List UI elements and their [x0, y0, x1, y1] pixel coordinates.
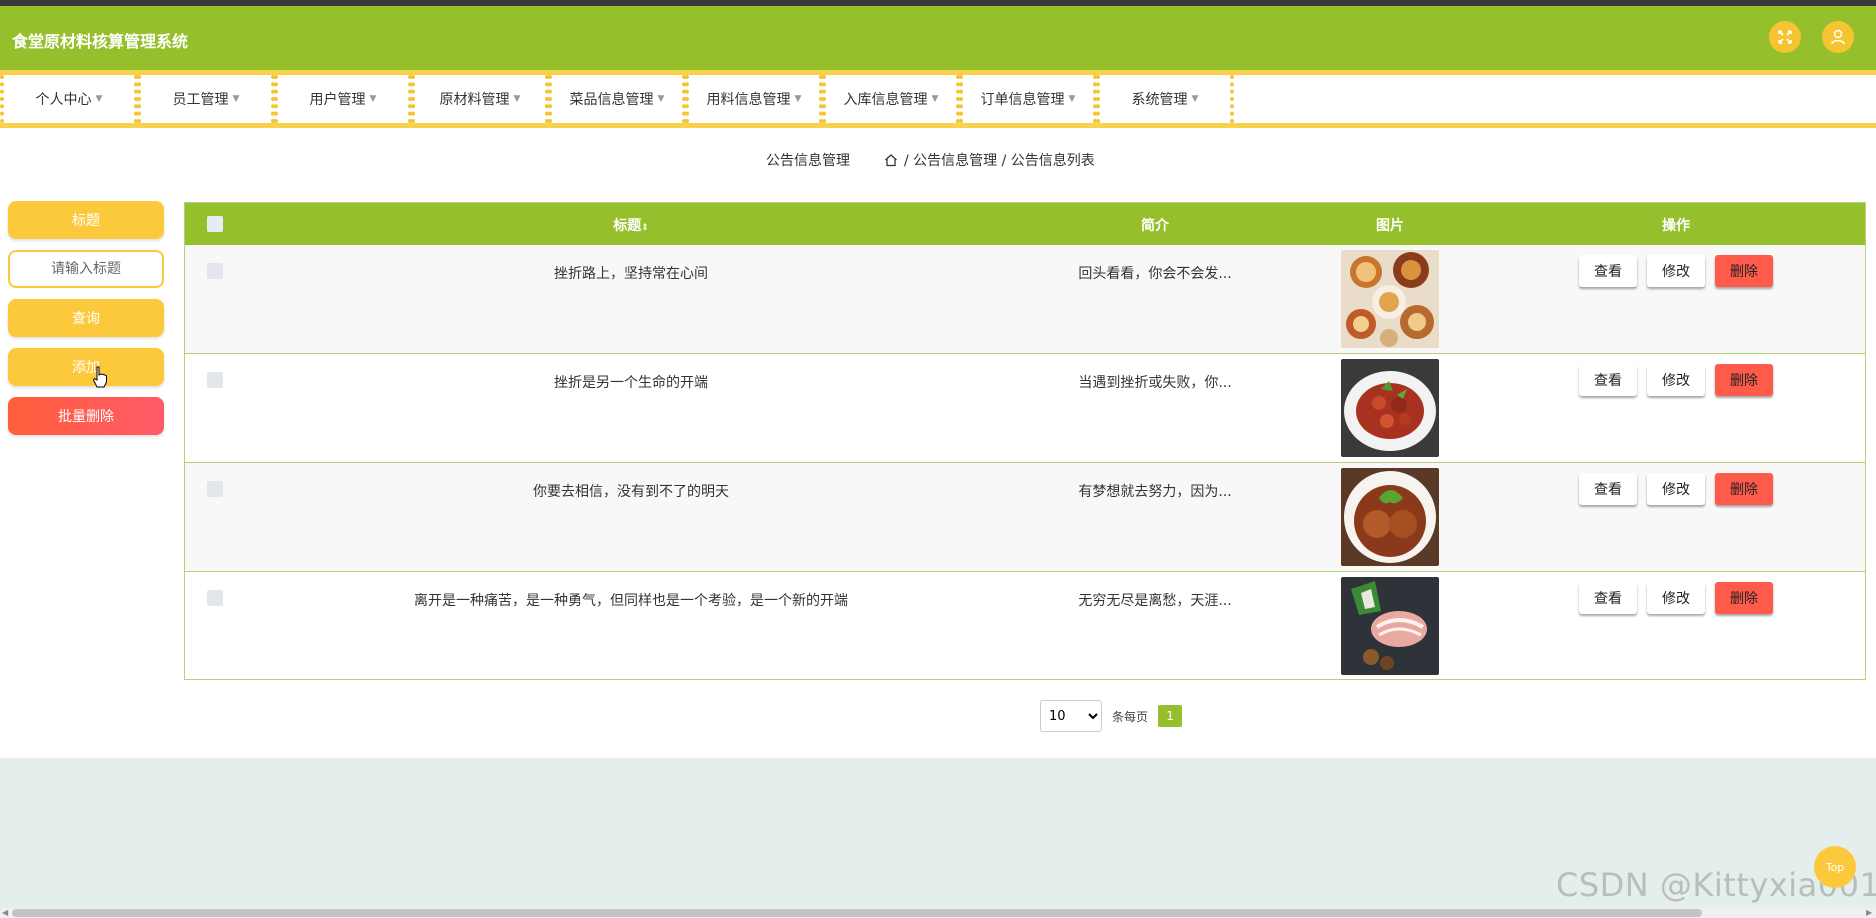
caret-down-icon: ▼	[232, 94, 240, 104]
row-summary: 无穷无尽是离愁，天涯...	[1078, 593, 1232, 609]
row-summary: 有梦想就去努力，因为...	[1078, 484, 1232, 500]
breadcrumb: 公告信息管理 / 公告信息管理 / 公告信息列表	[0, 150, 1876, 170]
caret-down-icon: ▼	[1068, 94, 1076, 104]
caret-down-icon: ▼	[794, 94, 802, 104]
pointer-cursor-icon	[92, 366, 107, 388]
user-button[interactable]	[1822, 21, 1854, 53]
filter-label: 标题	[8, 201, 164, 239]
column-header-title[interactable]: 标题⇕	[613, 215, 649, 235]
edit-button[interactable]: 修改	[1647, 255, 1705, 287]
column-header-summary: 简介	[1141, 218, 1169, 234]
nav-item-users[interactable]: 用户管理 ▼	[274, 75, 412, 123]
scrollbar-thumb[interactable]	[12, 909, 1702, 917]
nav-label: 原材料管理	[439, 92, 510, 108]
view-button[interactable]: 查看	[1579, 473, 1637, 505]
row-checkbox[interactable]	[207, 590, 223, 606]
row-title: 挫折路上，坚持常在心间	[554, 266, 708, 282]
caret-down-icon: ▼	[931, 94, 939, 104]
row-image	[1341, 577, 1439, 675]
row-summary: 回头看看，你会不会发...	[1078, 266, 1232, 282]
row-image	[1341, 468, 1439, 566]
table-row: 挫折是另一个生命的开端 当遇到挫折或失败，你... 查看 修改 删除	[185, 354, 1865, 463]
row-title: 离开是一种痛苦，是一种勇气，但同样也是一个考验，是一个新的开端	[414, 593, 848, 609]
column-title-label: 标题	[613, 218, 642, 234]
edit-button[interactable]: 修改	[1647, 364, 1705, 396]
scroll-left-icon[interactable]: ◀	[2, 908, 8, 918]
nav-label: 员工管理	[172, 92, 229, 108]
edit-button[interactable]: 修改	[1647, 582, 1705, 614]
table-header: 标题⇕ 简介 图片 操作	[185, 203, 1865, 245]
column-header-actions: 操作	[1662, 218, 1690, 234]
caret-down-icon: ▼	[513, 94, 521, 104]
caret-down-icon: ▼	[1191, 94, 1199, 104]
nav-item-dishes[interactable]: 菜品信息管理 ▼	[548, 75, 686, 123]
delete-button[interactable]: 删除	[1715, 582, 1773, 614]
nav-item-materials[interactable]: 原材料管理 ▼	[411, 75, 549, 123]
row-checkbox[interactable]	[207, 372, 223, 388]
nav-label: 系统管理	[1131, 92, 1188, 108]
user-icon	[1831, 29, 1845, 45]
nav-item-system[interactable]: 系统管理 ▼	[1096, 75, 1234, 123]
row-title: 你要去相信，没有到不了的明天	[533, 484, 729, 500]
main-nav: 个人中心 ▼ 员工管理 ▼ 用户管理 ▼ 原材料管理 ▼ 菜品信息管理 ▼ 用料信息管理 ▼…	[0, 70, 1876, 128]
edit-button[interactable]: 修改	[1647, 473, 1705, 505]
caret-down-icon: ▼	[369, 94, 377, 104]
caret-down-icon: ▼	[657, 94, 665, 104]
breadcrumb-text: / 公告信息管理 / 公告信息列表	[904, 153, 1095, 169]
row-image	[1341, 359, 1439, 457]
table-row: 你要去相信，没有到不了的明天 有梦想就去努力，因为... 查看 修改 删除	[185, 463, 1865, 572]
nav-item-staff[interactable]: 员工管理 ▼	[137, 75, 275, 123]
nav-item-orders[interactable]: 订单信息管理 ▼	[959, 75, 1097, 123]
delete-button[interactable]: 删除	[1715, 473, 1773, 505]
per-page-label: 条每页	[1112, 709, 1149, 724]
row-checkbox[interactable]	[207, 481, 223, 497]
notice-table: 标题⇕ 简介 图片 操作 挫折路上，坚持常在心间 回头看看，你会不会发... 查…	[184, 202, 1866, 680]
view-button[interactable]: 查看	[1579, 582, 1637, 614]
table-row: 离开是一种痛苦，是一种勇气，但同样也是一个考验，是一个新的开端 无穷无尽是离愁，…	[185, 572, 1865, 681]
page-title: 公告信息管理	[766, 153, 850, 169]
current-page-button[interactable]: 1	[1158, 705, 1183, 727]
row-image	[1341, 250, 1439, 348]
select-all-checkbox[interactable]	[207, 216, 223, 232]
table-row: 挫折路上，坚持常在心间 回头看看，你会不会发... 查看 修改 删除	[185, 245, 1865, 354]
home-icon[interactable]	[884, 153, 898, 167]
nav-label: 订单信息管理	[980, 92, 1065, 108]
breadcrumb-path: / 公告信息管理 / 公告信息列表	[884, 150, 1095, 170]
caret-down-icon: ▼	[95, 94, 103, 104]
add-button[interactable]: 添加	[8, 348, 164, 386]
nav-label: 菜品信息管理	[569, 92, 654, 108]
search-input[interactable]	[8, 250, 164, 288]
nav-item-personal-center[interactable]: 个人中心 ▼	[0, 75, 138, 123]
nav-label: 个人中心	[35, 92, 92, 108]
nav-label: 用料信息管理	[706, 92, 791, 108]
fullscreen-button[interactable]	[1769, 21, 1801, 53]
fullscreen-icon	[1778, 30, 1792, 44]
row-checkbox[interactable]	[207, 263, 223, 279]
page-size-select[interactable]: 10	[1040, 700, 1102, 732]
horizontal-scrollbar[interactable]: ◀ ▶	[0, 908, 1876, 918]
column-header-image: 图片	[1376, 218, 1404, 234]
view-button[interactable]: 查看	[1579, 364, 1637, 396]
nav-label: 用户管理	[309, 92, 366, 108]
app-header: 食堂原材料核算管理系统	[0, 6, 1876, 70]
batch-delete-button[interactable]: 批量删除	[8, 397, 164, 435]
pagination: 10 条每页 1	[1040, 700, 1183, 732]
app-title: 食堂原材料核算管理系统	[12, 32, 189, 51]
back-to-top-button[interactable]: Top	[1814, 846, 1856, 888]
delete-button[interactable]: 删除	[1715, 255, 1773, 287]
row-title: 挫折是另一个生命的开端	[554, 375, 708, 391]
scroll-right-icon[interactable]: ▶	[1866, 908, 1872, 918]
row-summary: 当遇到挫折或失败，你...	[1078, 375, 1232, 391]
nav-label: 入库信息管理	[843, 92, 928, 108]
view-button[interactable]: 查看	[1579, 255, 1637, 287]
query-button[interactable]: 查询	[8, 299, 164, 337]
nav-item-stock-in[interactable]: 入库信息管理 ▼	[822, 75, 960, 123]
nav-item-ingredients[interactable]: 用料信息管理 ▼	[685, 75, 823, 123]
delete-button[interactable]: 删除	[1715, 364, 1773, 396]
sort-icon: ⇕	[641, 223, 649, 233]
